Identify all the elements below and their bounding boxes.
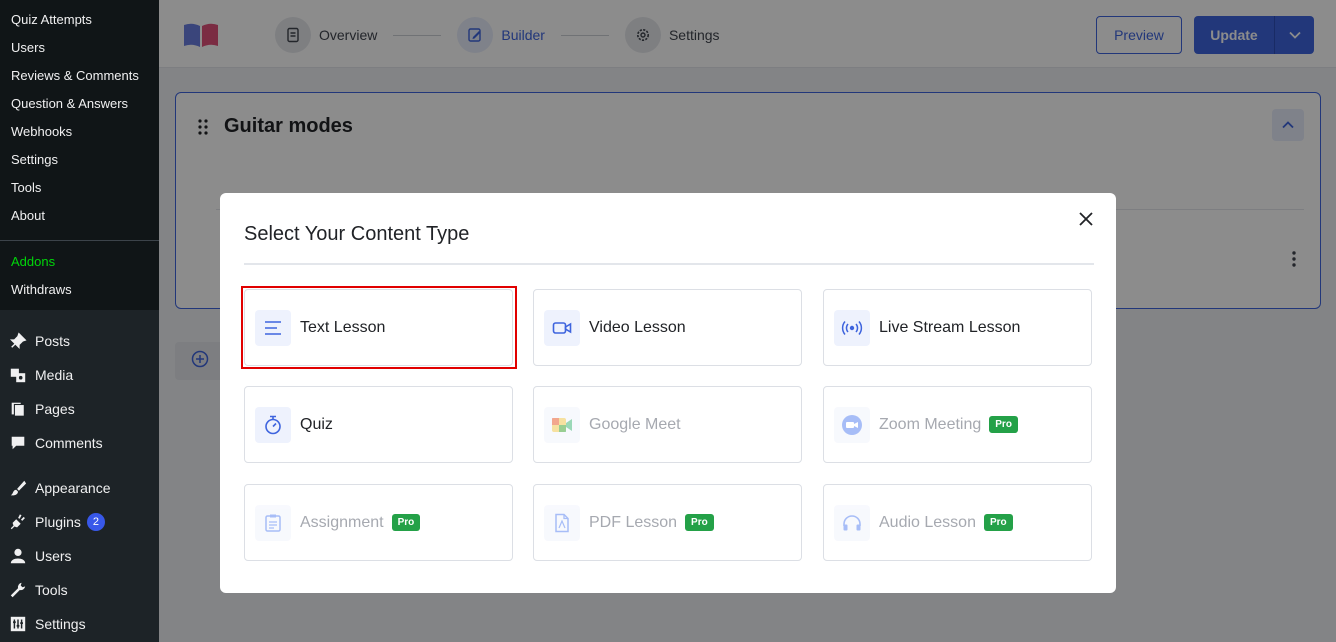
video-camera-icon <box>544 309 580 346</box>
menu-plugins[interactable]: Plugins 2 <box>0 505 159 539</box>
tile-quiz[interactable]: Quiz <box>244 386 513 463</box>
pushpin-icon <box>8 331 28 351</box>
menu-media[interactable]: Media <box>0 358 159 392</box>
pro-badge: Pro <box>983 514 1013 531</box>
tile-label: Quiz <box>300 415 333 433</box>
submenu-webhooks[interactable]: Webhooks <box>0 118 159 146</box>
tile-label: Live Stream Lesson <box>879 318 1021 336</box>
submenu-quiz-attempts[interactable]: Quiz Attempts <box>0 6 159 34</box>
menu-label: Media <box>35 367 74 383</box>
tile-audio-lesson[interactable]: Audio Lesson Pro <box>823 484 1092 561</box>
tile-label: Assignment <box>300 513 384 531</box>
menu-appearance[interactable]: Appearance <box>0 471 159 505</box>
submenu-settings[interactable]: Settings <box>0 146 159 174</box>
selected-tile-highlight <box>241 286 517 369</box>
menu-users[interactable]: Users <box>0 539 159 573</box>
menu-label: Tools <box>35 582 68 598</box>
broadcast-icon <box>834 309 870 346</box>
google-meet-icon <box>544 406 580 443</box>
submenu-reviews-comments[interactable]: Reviews & Comments <box>0 62 159 90</box>
tile-label: Audio Lesson <box>879 513 976 531</box>
menu-label: Pages <box>35 401 75 417</box>
comment-icon <box>8 433 28 453</box>
headphones-icon <box>834 504 870 541</box>
pdf-file-icon <box>544 504 580 541</box>
modal-divider <box>244 263 1094 265</box>
update-count-badge: 2 <box>86 513 105 531</box>
zoom-icon <box>834 406 870 443</box>
tile-assignment[interactable]: Assignment Pro <box>244 484 513 561</box>
menu-posts[interactable]: Posts <box>0 324 159 358</box>
menu-label: Comments <box>35 435 103 451</box>
paintbrush-icon <box>8 478 28 498</box>
submenu-tools[interactable]: Tools <box>0 174 159 202</box>
submenu-withdraws[interactable]: Withdraws <box>0 276 159 304</box>
pro-badge: Pro <box>989 416 1018 433</box>
settings-icon <box>8 614 28 634</box>
submenu-question-answers[interactable]: Question & Answers <box>0 90 159 118</box>
menu-settings[interactable]: Settings <box>0 607 159 641</box>
menu-label: Plugins <box>35 514 81 530</box>
stopwatch-icon <box>255 406 291 443</box>
plugin-icon <box>8 512 28 532</box>
tile-zoom-meeting[interactable]: Zoom Meeting Pro <box>823 386 1092 463</box>
pro-badge: Pro <box>685 514 714 531</box>
admin-sidebar: Quiz Attempts Users Reviews & Comments Q… <box>0 0 159 642</box>
menu-pages[interactable]: Pages <box>0 392 159 426</box>
menu-label: Appearance <box>35 480 111 496</box>
tile-label: Google Meet <box>589 415 681 433</box>
tile-label: Zoom Meeting <box>879 415 982 433</box>
wrench-icon <box>8 580 28 600</box>
submenu-users[interactable]: Users <box>0 34 159 62</box>
menu-tools[interactable]: Tools <box>0 573 159 607</box>
content-type-modal: Select Your Content Type Text Lesson Vid… <box>220 193 1116 593</box>
tile-video-lesson[interactable]: Video Lesson <box>533 289 802 366</box>
close-icon[interactable] <box>1074 207 1098 231</box>
menu-label: Settings <box>35 616 86 632</box>
media-icon <box>8 365 28 385</box>
menu-label: Users <box>35 548 72 564</box>
pro-badge: Pro <box>391 514 421 531</box>
modal-title: Select Your Content Type <box>244 223 470 245</box>
tile-google-meet[interactable]: Google Meet <box>533 386 802 463</box>
menu-comments[interactable]: Comments <box>0 426 159 460</box>
tutor-submenu: Quiz Attempts Users Reviews & Comments Q… <box>0 0 159 310</box>
submenu-divider <box>0 240 159 241</box>
pages-icon <box>8 399 28 419</box>
tile-label: PDF Lesson <box>589 513 678 531</box>
submenu-about[interactable]: About <box>0 202 159 230</box>
tile-pdf-lesson[interactable]: PDF Lesson Pro <box>533 484 802 561</box>
tile-live-stream-lesson[interactable]: Live Stream Lesson <box>823 289 1092 366</box>
clipboard-icon <box>255 504 291 541</box>
submenu-addons[interactable]: Addons <box>0 248 159 276</box>
menu-label: Posts <box>35 333 71 349</box>
user-icon <box>8 546 28 566</box>
tile-label: Video Lesson <box>589 318 686 336</box>
